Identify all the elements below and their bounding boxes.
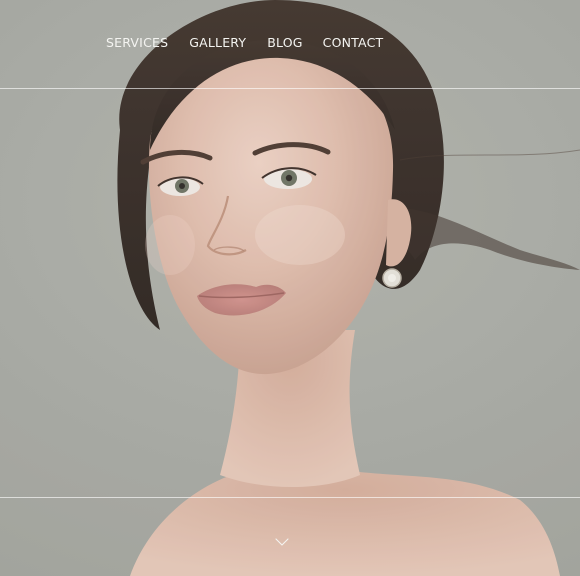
nav-item-services[interactable]: SERVICES (106, 35, 168, 51)
chevron-down-icon (275, 538, 289, 546)
scroll-down-button[interactable] (273, 535, 291, 549)
bottom-divider (0, 497, 580, 498)
main-navigation: SERVICES GALLERY BLOG CONTACT (0, 0, 580, 88)
nav-item-gallery[interactable]: GALLERY (189, 35, 246, 51)
nav-item-blog[interactable]: BLOG (267, 35, 302, 51)
nav-list: SERVICES GALLERY BLOG CONTACT (106, 35, 383, 51)
nav-item-contact[interactable]: CONTACT (323, 35, 384, 51)
top-divider (0, 88, 580, 89)
